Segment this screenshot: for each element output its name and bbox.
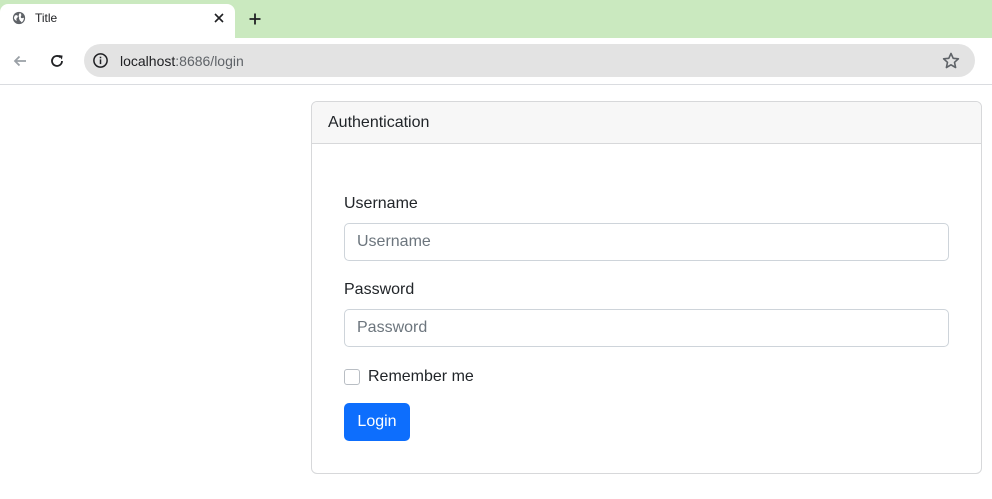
- tab-title: Title: [35, 11, 58, 25]
- reload-icon[interactable]: [47, 51, 67, 71]
- card-header: Authentication: [312, 102, 981, 144]
- back-arrow-icon[interactable]: [10, 51, 30, 71]
- url-text[interactable]: localhost:8686/login: [120, 53, 244, 69]
- remember-me-checkbox[interactable]: [344, 369, 360, 385]
- login-button[interactable]: Login: [344, 403, 410, 441]
- remember-me-row[interactable]: Remember me: [344, 367, 474, 387]
- username-input[interactable]: [344, 223, 949, 261]
- auth-card: Authentication Username Password Remembe…: [311, 101, 982, 474]
- username-label: Username: [344, 195, 418, 212]
- plus-icon[interactable]: [245, 9, 265, 29]
- globe-icon: [12, 11, 26, 25]
- browser-toolbar: localhost:8686/login: [0, 38, 992, 85]
- remember-me-label[interactable]: Remember me: [368, 368, 474, 386]
- address-bar[interactable]: localhost:8686/login: [84, 44, 975, 77]
- browser-tab[interactable]: Title: [0, 4, 235, 38]
- password-label: Password: [344, 281, 415, 298]
- info-icon[interactable]: [92, 52, 109, 69]
- password-input[interactable]: [344, 309, 949, 347]
- tab-strip: Title: [0, 0, 992, 38]
- star-icon[interactable]: [941, 51, 961, 71]
- close-icon[interactable]: [211, 10, 227, 26]
